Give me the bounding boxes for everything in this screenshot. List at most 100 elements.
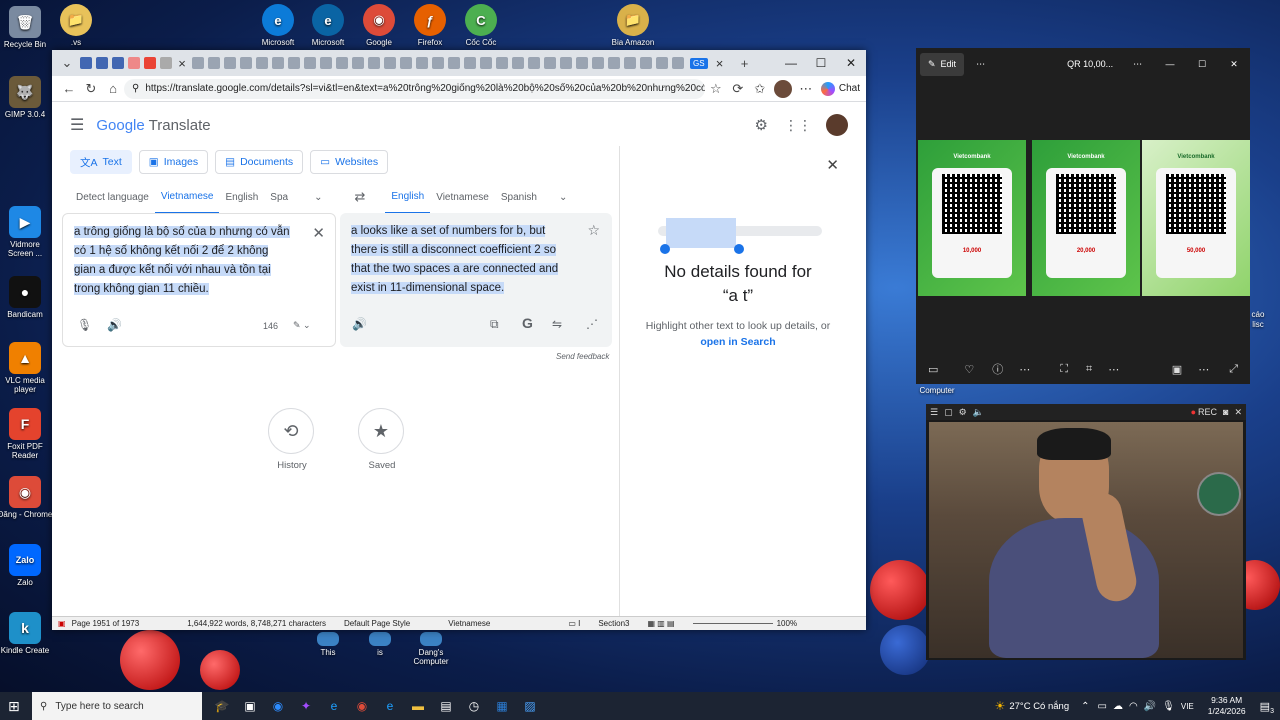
edge-app-icon[interactable]: e	[320, 692, 348, 720]
qr-image-card[interactable]: Vietcombank 50,000	[1142, 140, 1250, 296]
tab-favicon[interactable]	[320, 57, 332, 69]
tray-chevron-icon[interactable]: ⌃	[1081, 701, 1089, 712]
new-tab-button[interactable]: +	[734, 56, 756, 71]
copilot-app-icon[interactable]: ✦	[292, 692, 320, 720]
ocr-icon[interactable]: ⌗	[1086, 363, 1092, 376]
word-count[interactable]: 1,644,922 words, 8,748,271 characters	[187, 619, 326, 628]
tab-favicon[interactable]	[272, 57, 284, 69]
send-feedback-link[interactable]: Send feedback	[556, 352, 609, 361]
tab-favicon[interactable]	[448, 57, 460, 69]
tab-favicon[interactable]	[480, 57, 492, 69]
desktop-icon[interactable]: 🐺 GIMP 3.0.4	[0, 76, 53, 119]
copy-icon[interactable]: ⧉	[490, 317, 499, 332]
close-tab-icon[interactable]: ×	[174, 56, 190, 71]
account-avatar[interactable]	[826, 114, 848, 136]
camera-icon[interactable]: ◙	[1223, 407, 1228, 417]
file-explorer-icon[interactable]: ▬	[404, 692, 432, 720]
edge-beta-app-icon[interactable]: e	[376, 692, 404, 720]
save-translation-star-icon[interactable]: ☆	[587, 222, 600, 239]
tab-favicon[interactable]	[144, 57, 156, 69]
rec-label[interactable]: REC	[1198, 407, 1217, 417]
tab-favicon[interactable]	[224, 57, 236, 69]
viewer-close-button[interactable]: ✕	[1218, 59, 1250, 70]
open-in-search-link[interactable]: open in Search	[620, 336, 856, 348]
site-info-icon[interactable]: ⚲	[132, 83, 139, 94]
home-icon[interactable]: ⌂	[102, 81, 124, 96]
chrome-app-icon[interactable]: ◉	[348, 692, 376, 720]
target-lang-dropdown-icon[interactable]: ⌄	[553, 180, 573, 214]
zoom-app-icon[interactable]: ◉	[264, 692, 292, 720]
filmstrip-icon[interactable]: ▭	[928, 363, 938, 376]
minimize-button[interactable]: —	[776, 56, 806, 70]
microphone-icon[interactable]: 🎙	[77, 318, 92, 332]
google-search-icon[interactable]: G	[522, 315, 533, 331]
desktop-icon[interactable]: ▶ Vidmore Screen ...	[0, 206, 53, 258]
zoom-level[interactable]: 100%	[777, 619, 797, 628]
listen-translation-icon[interactable]: 🔊	[352, 317, 367, 331]
toolbar-more-icon[interactable]: ⋯	[1019, 363, 1030, 376]
tab-search-icon[interactable]: ⌄	[56, 55, 78, 71]
tab-favicon[interactable]	[576, 57, 588, 69]
mode-websites-chip[interactable]: ▭ Websites	[310, 150, 389, 174]
desktop-icon[interactable]: ● Bandicam	[0, 276, 53, 319]
tab-favicon[interactable]	[656, 57, 668, 69]
rate-translation-icon[interactable]: ⇋	[552, 317, 562, 331]
desktop-icon-dangs-computer[interactable]: Dang's Computer	[403, 632, 459, 666]
lang-source-vietnamese[interactable]: Vietnamese	[154, 180, 220, 214]
wifi-icon[interactable]: ◠	[1129, 701, 1138, 712]
tab-favicon[interactable]	[112, 57, 124, 69]
desktop-icon[interactable]: ◉ Đăng - Chrome	[0, 476, 53, 519]
desktop-icon[interactable]: C Cốc Cốc	[453, 4, 509, 47]
tab-favicon[interactable]	[464, 57, 476, 69]
tab-favicon[interactable]	[432, 57, 444, 69]
tab-favicon[interactable]	[288, 57, 300, 69]
tab-favicon[interactable]	[384, 57, 396, 69]
desktop-icon[interactable]: ƒ Firefox	[402, 4, 458, 47]
weather-icon[interactable]: ☀	[995, 699, 1006, 713]
fit-icon[interactable]: ⛶	[1060, 363, 1068, 376]
apps-grid-icon[interactable]: ⋮⋮	[784, 117, 812, 134]
saved-button[interactable]: ★ Saved	[358, 408, 406, 471]
input-language[interactable]: VIE	[1181, 702, 1194, 711]
desktop-icon[interactable]: k Kindle Create	[0, 612, 53, 655]
desktop-icon-is[interactable]: is	[352, 632, 408, 657]
selection-mode-icon[interactable]: ▭ I	[568, 619, 580, 628]
settings-gear-icon[interactable]: ⚙	[755, 116, 768, 134]
page-style[interactable]: Default Page Style	[344, 619, 410, 628]
desktop-icon[interactable]: 🗑 Recycle Bin	[0, 6, 53, 49]
tab-favicon[interactable]	[400, 57, 412, 69]
taskbar-search[interactable]: ⚲ Type here to search	[32, 692, 202, 720]
lang-detect[interactable]: Detect language	[70, 180, 155, 214]
weather-text[interactable]: 27°C Có nắng	[1009, 701, 1069, 712]
gear-icon[interactable]: ⚙	[959, 407, 967, 418]
tab-close-small-icon[interactable]: ×	[712, 56, 728, 71]
tab-favicon[interactable]	[128, 57, 140, 69]
tab-favicon[interactable]	[496, 57, 508, 69]
network-icon[interactable]: ▭	[1098, 701, 1107, 712]
desktop-icon[interactable]: Zalo Zalo	[0, 544, 53, 587]
task-view-icon[interactable]: ▣	[236, 692, 264, 720]
swap-languages-icon[interactable]: ⇄	[348, 180, 371, 214]
viewer-minimize-button[interactable]: —	[1154, 59, 1186, 69]
mode-documents-chip[interactable]: ▤ Documents	[215, 150, 304, 174]
tab-favicon[interactable]	[256, 57, 268, 69]
cloud-icon[interactable]: ☁	[1113, 701, 1123, 712]
doc-language[interactable]: Vietnamese	[448, 619, 490, 628]
speaker-icon[interactable]: 🔊	[1144, 701, 1156, 712]
source-text-panel[interactable]: a trông giống là bộ số của b nhưng có vẫ…	[62, 213, 336, 347]
tab-favicon[interactable]	[560, 57, 572, 69]
desktop-icon[interactable]: ◉ Google	[351, 4, 407, 47]
desktop-icon[interactable]: 📁 .vs	[48, 4, 104, 47]
info-icon[interactable]: ⓘ	[992, 361, 1003, 377]
close-window-button[interactable]: ✕	[836, 56, 866, 70]
clock[interactable]: 9:36 AM 1/24/2026	[1208, 695, 1246, 717]
desktop-icon-this[interactable]: This	[300, 632, 356, 657]
profile-avatar[interactable]	[773, 79, 792, 98]
photos-app-icon[interactable]: ▨	[516, 692, 544, 720]
source-lang-dropdown-icon[interactable]: ⌄	[308, 180, 328, 214]
tab-favicon[interactable]	[336, 57, 348, 69]
extensions-icon[interactable]: ⟳	[727, 81, 749, 97]
toolbar-more-3-icon[interactable]: ⋯	[1198, 363, 1209, 376]
tab-favicon[interactable]	[240, 57, 252, 69]
fullscreen-icon[interactable]: ⤢	[1229, 363, 1238, 376]
